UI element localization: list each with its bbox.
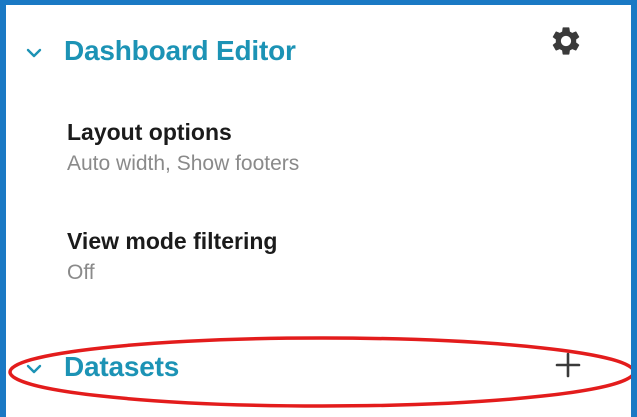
view-mode-filtering-value: Off [67, 261, 95, 284]
dashboard-editor-title: Dashboard Editor [64, 35, 296, 66]
view-mode-filtering-label: View mode filtering [67, 228, 278, 254]
view-mode-filtering-item[interactable]: View mode filtering Off [67, 227, 571, 287]
layout-options-label: Layout options [67, 119, 232, 145]
datasets-header[interactable]: Datasets [6, 337, 631, 397]
layout-options-value: Auto width, Show footers [67, 152, 300, 175]
plus-icon[interactable] [550, 347, 586, 383]
dashboard-editor-header[interactable]: Dashboard Editor [6, 21, 631, 81]
layout-options-item[interactable]: Layout options Auto width, Show footers [67, 118, 571, 178]
datasets-title: Datasets [64, 351, 180, 382]
dashboard-editor-panel: Dashboard Editor Layout options Auto wid… [6, 5, 631, 417]
chevron-down-icon[interactable] [20, 39, 48, 67]
window-frame: Dashboard Editor Layout options Auto wid… [0, 0, 637, 417]
gear-icon[interactable] [546, 21, 586, 61]
chevron-down-icon[interactable] [20, 355, 48, 383]
